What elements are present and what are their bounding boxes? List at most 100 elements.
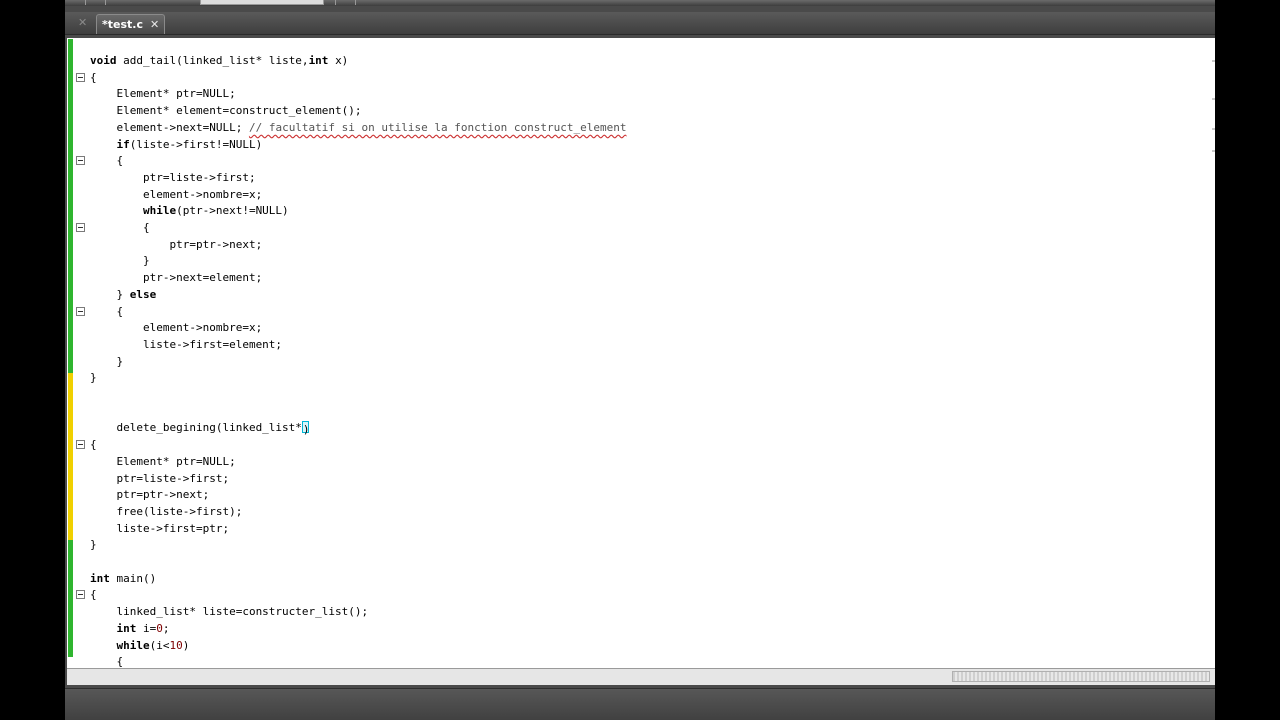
code-token: delete_begining(linked_list* (90, 421, 302, 435)
tab-bar: ✕ *test.c ✕ (65, 12, 1215, 35)
code-token: free(liste->first); (90, 504, 243, 518)
code-keyword: if (90, 137, 130, 151)
code-token: } (90, 354, 124, 368)
code-token: ptr=ptr->next; (90, 237, 263, 251)
code-token: { (90, 154, 124, 168)
code-token: Element* ptr=NULL; (90, 454, 236, 468)
code-line[interactable]: element->nombre=x; (90, 320, 262, 336)
code-editor[interactable]: void add_tail(linked_list* liste,int x){… (67, 38, 1215, 668)
code-keyword: int (90, 571, 117, 585)
code-line[interactable]: linked_list* liste=constructer_list(); (90, 604, 368, 620)
code-token: } (90, 254, 150, 268)
scrollbar-thumb[interactable] (952, 671, 1210, 682)
fold-toggle-icon[interactable] (76, 590, 85, 600)
letterbox (1215, 0, 1280, 720)
code-token: } (90, 371, 97, 385)
fold-toggle-icon[interactable] (76, 223, 85, 232)
code-token: element->nombre=x; (90, 321, 263, 335)
code-line[interactable]: { (90, 220, 150, 236)
code-token: ; (162, 621, 170, 635)
fold-toggle-icon[interactable] (76, 156, 85, 166)
code-line[interactable]: { (90, 153, 123, 169)
code-token: ) (182, 638, 190, 652)
code-token: Element* element=construct_element(); (90, 104, 362, 118)
code-line[interactable]: } (90, 370, 97, 386)
code-token: ptr=ptr->next; (90, 488, 210, 502)
code-line[interactable]: ptr=liste->first; (90, 170, 256, 186)
code-token: Element* ptr=NULL; (90, 87, 236, 101)
code-area[interactable]: void add_tail(linked_list* liste,int x){… (90, 53, 1210, 668)
code-token: element->nombre=x; (90, 187, 263, 201)
code-token: { (90, 70, 97, 84)
toolbar-separator (85, 0, 86, 5)
fold-toggle-icon[interactable] (76, 306, 85, 316)
code-line[interactable]: ptr=liste->first; (90, 471, 229, 487)
code-line[interactable]: { (90, 304, 123, 320)
code-line[interactable]: int main() (90, 571, 156, 587)
code-keyword: int (90, 621, 143, 635)
code-line[interactable]: } (90, 537, 97, 553)
code-token: liste->first=ptr; (90, 521, 230, 535)
code-line[interactable]: ptr=ptr->next; (90, 487, 209, 503)
status-bar (65, 688, 1215, 720)
horizontal-scrollbar[interactable] (67, 668, 1215, 685)
close-all-icon[interactable]: ✕ (78, 16, 87, 29)
tab-label: *test.c (102, 18, 143, 31)
code-token: ptr=liste->first; (90, 471, 230, 485)
code-token: { (90, 655, 124, 668)
code-number: 0 (156, 621, 163, 635)
code-line[interactable]: { (90, 70, 97, 86)
code-line[interactable]: } (90, 253, 150, 269)
code-line[interactable]: } (90, 354, 123, 370)
code-line[interactable]: delete_begining(linked_list*) (90, 420, 310, 437)
toolbar-separator (355, 0, 356, 5)
fold-toggle-icon[interactable] (76, 72, 85, 82)
fold-toggle-icon[interactable] (76, 440, 85, 450)
code-line[interactable]: Element* element=construct_element(); (90, 103, 362, 119)
code-line[interactable]: { (90, 437, 97, 453)
code-token: main() (116, 571, 157, 585)
toolbar (65, 0, 1215, 6)
code-line[interactable]: liste->first=ptr; (90, 521, 229, 537)
code-token: (ptr->next!=NULL) (176, 204, 289, 218)
search-input[interactable] (200, 0, 324, 5)
code-token: liste->first=element; (90, 337, 283, 351)
close-icon[interactable]: ✕ (150, 18, 159, 31)
code-token: { (90, 221, 150, 234)
code-token: (i< (149, 638, 170, 652)
code-line[interactable]: ptr->next=element; (90, 270, 262, 286)
text-cursor: ) (301, 421, 310, 437)
code-keyword: else (129, 287, 157, 301)
code-line[interactable]: void add_tail(linked_list* liste,int x) (90, 53, 348, 69)
code-line[interactable]: int i=0; (90, 621, 169, 637)
code-keyword: void (90, 54, 124, 67)
code-token: add_tail(linked_list* liste, (123, 54, 309, 67)
tab-test-c[interactable]: *test.c ✕ (96, 14, 165, 34)
code-line[interactable]: free(liste->first); (90, 504, 242, 520)
code-line[interactable]: liste->first=element; (90, 337, 282, 353)
code-keyword: while (90, 204, 177, 218)
code-keyword: while (90, 638, 150, 652)
code-token: element->next=NULL; (90, 120, 249, 134)
code-line[interactable]: if(liste->first!=NULL) (90, 137, 262, 153)
code-line[interactable]: element->next=NULL; // facultatif si on … (90, 120, 626, 136)
code-token: ptr=liste->first; (90, 170, 256, 184)
code-line[interactable]: while(i<10) (90, 638, 189, 654)
change-marker (68, 373, 73, 540)
code-line[interactable]: { (90, 587, 97, 603)
code-line[interactable]: } else (90, 287, 156, 303)
code-line[interactable]: { (90, 654, 123, 668)
code-token: x) (335, 54, 349, 67)
code-token: linked_list* liste=constructer_list(); (90, 605, 369, 619)
gutter (67, 38, 89, 668)
code-number: 10 (169, 638, 183, 652)
code-token: } (90, 287, 130, 301)
code-line[interactable]: while(ptr->next!=NULL) (90, 203, 289, 219)
toolbar-separator (105, 0, 106, 5)
code-line[interactable]: ptr=ptr->next; (90, 237, 262, 253)
code-line[interactable]: Element* ptr=NULL; (90, 86, 236, 102)
code-line[interactable]: element->nombre=x; (90, 187, 262, 203)
code-token: (liste->first!=NULL) (129, 137, 263, 151)
code-token: { (90, 588, 97, 602)
code-line[interactable]: Element* ptr=NULL; (90, 454, 236, 470)
